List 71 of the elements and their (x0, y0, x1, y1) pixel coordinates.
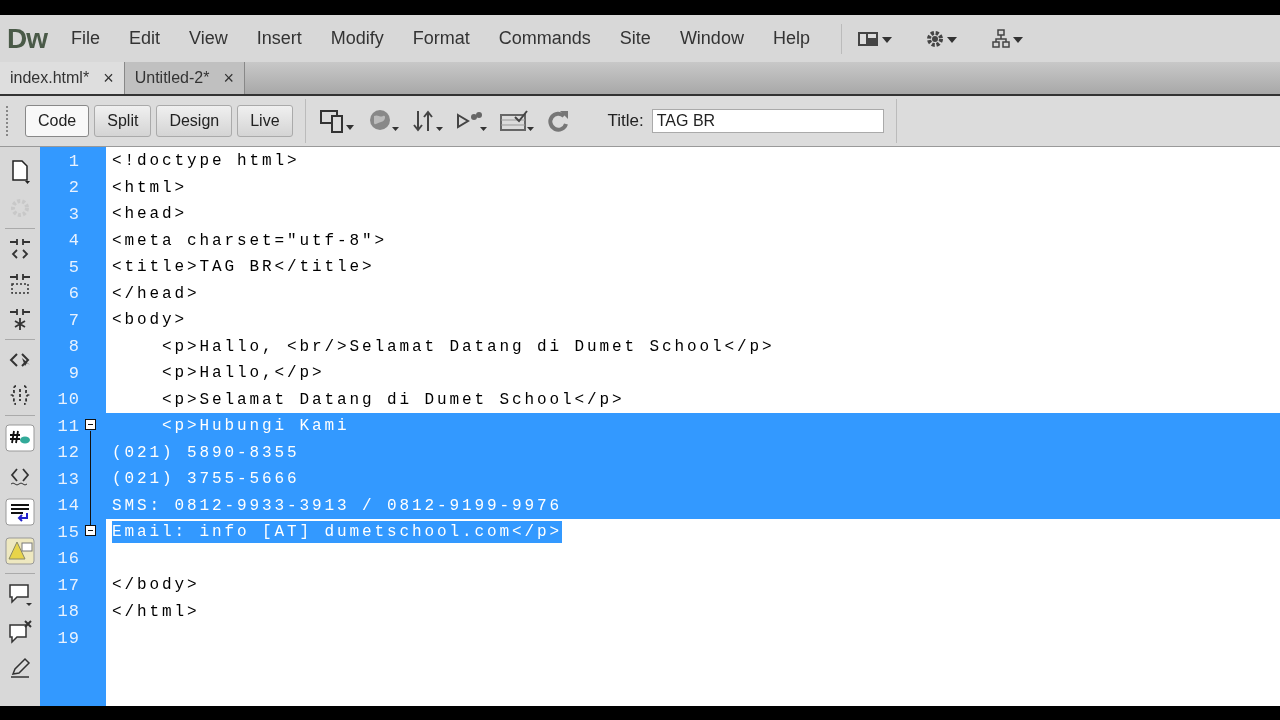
line-number: 9 (68, 363, 80, 383)
code-line: </html> (112, 601, 200, 623)
code-line: (021) 5890-8355 (112, 442, 300, 464)
line-number: 18 (57, 602, 80, 622)
document-tab[interactable]: index.html* × (0, 62, 125, 94)
comment-icon[interactable] (7, 582, 33, 608)
tab-label: index.html* (10, 69, 90, 87)
expand-all-icon[interactable] (8, 307, 32, 331)
code-line: <meta charset="utf-8"> (112, 230, 388, 252)
tab-label: Untitled-2* (134, 69, 210, 87)
line-number: 15 (57, 522, 80, 542)
word-wrap-icon[interactable] (5, 498, 35, 526)
menu-item[interactable]: File (71, 28, 100, 49)
code-line: <head> (112, 204, 187, 226)
code-line: <p>Hubungi Kami (161, 416, 350, 438)
code-line: <!doctype html> (112, 151, 300, 173)
menu-item[interactable]: Window (679, 28, 744, 49)
document-tab[interactable]: Untitled-2* × (124, 62, 245, 94)
line-number: 8 (68, 337, 80, 357)
line-number: 2 (68, 178, 80, 198)
code-line: (021) 3755-5666 (112, 469, 300, 491)
menu-item[interactable]: Format (412, 28, 470, 49)
line-number: 5 (68, 257, 80, 277)
menu-item[interactable]: Modify (330, 28, 384, 49)
close-button[interactable]: × (103, 67, 114, 89)
collapse-tag-icon[interactable] (8, 237, 32, 261)
view-button[interactable]: Split (94, 105, 152, 137)
site-map-icon[interactable] (989, 28, 1026, 49)
line-number: 16 (57, 549, 80, 569)
line-number: 12 (57, 443, 80, 463)
line-numbers-toggle-icon[interactable] (5, 424, 35, 452)
code-line: <body> (112, 310, 187, 332)
remove-comment-icon[interactable] (7, 619, 33, 645)
code-line: </head> (112, 283, 200, 305)
menu-item[interactable]: Insert (256, 28, 302, 49)
line-number: 10 (57, 390, 80, 410)
menu-item[interactable]: Edit (129, 28, 161, 49)
fold-toggle[interactable] (85, 419, 96, 430)
title-label: Title: (607, 111, 644, 131)
line-number: 4 (68, 231, 80, 251)
warning-icon[interactable] (5, 537, 35, 565)
menu-item[interactable]: Site (619, 28, 651, 49)
menu-item[interactable]: View (189, 28, 228, 49)
collapse-selection-icon[interactable] (8, 272, 32, 296)
line-number: 7 (68, 310, 80, 330)
code-line: SMS: 0812-9933-3913 / 0812-9199-9976 (112, 495, 563, 517)
line-number: 19 (57, 628, 80, 648)
view-button[interactable]: Live (237, 105, 293, 137)
code-line: <p>Hallo, <br/>Selamat Datang di Dumet School</p> (161, 336, 775, 358)
menu-item[interactable]: Commands (498, 28, 591, 49)
menu-item[interactable]: Help (772, 28, 810, 49)
line-number: 17 (57, 575, 80, 595)
line-number: 13 (57, 469, 80, 489)
line-number: 6 (68, 284, 80, 304)
code-line: <p>Hallo,</p> (161, 363, 325, 385)
fold-toggle[interactable] (85, 525, 96, 536)
code-line: <html> (112, 177, 187, 199)
title-field[interactable]: TAG BR (651, 109, 884, 133)
line-number: 1 (68, 151, 80, 171)
braces-icon[interactable] (8, 383, 32, 407)
view-button[interactable]: Code (25, 105, 90, 137)
code-line: <p>Selamat Datang di Dumet School</p> (161, 389, 625, 411)
close-button[interactable]: × (223, 67, 234, 89)
line-number: 11 (57, 416, 80, 436)
code-line: <title>TAG BR</title> (112, 257, 375, 279)
line-number: 3 (68, 204, 80, 224)
pencil-icon[interactable] (8, 656, 32, 680)
app-logo: Dw (7, 22, 47, 55)
view-button[interactable]: Design (156, 105, 233, 137)
line-number: 14 (57, 496, 80, 516)
code-line: </body> (112, 575, 200, 597)
